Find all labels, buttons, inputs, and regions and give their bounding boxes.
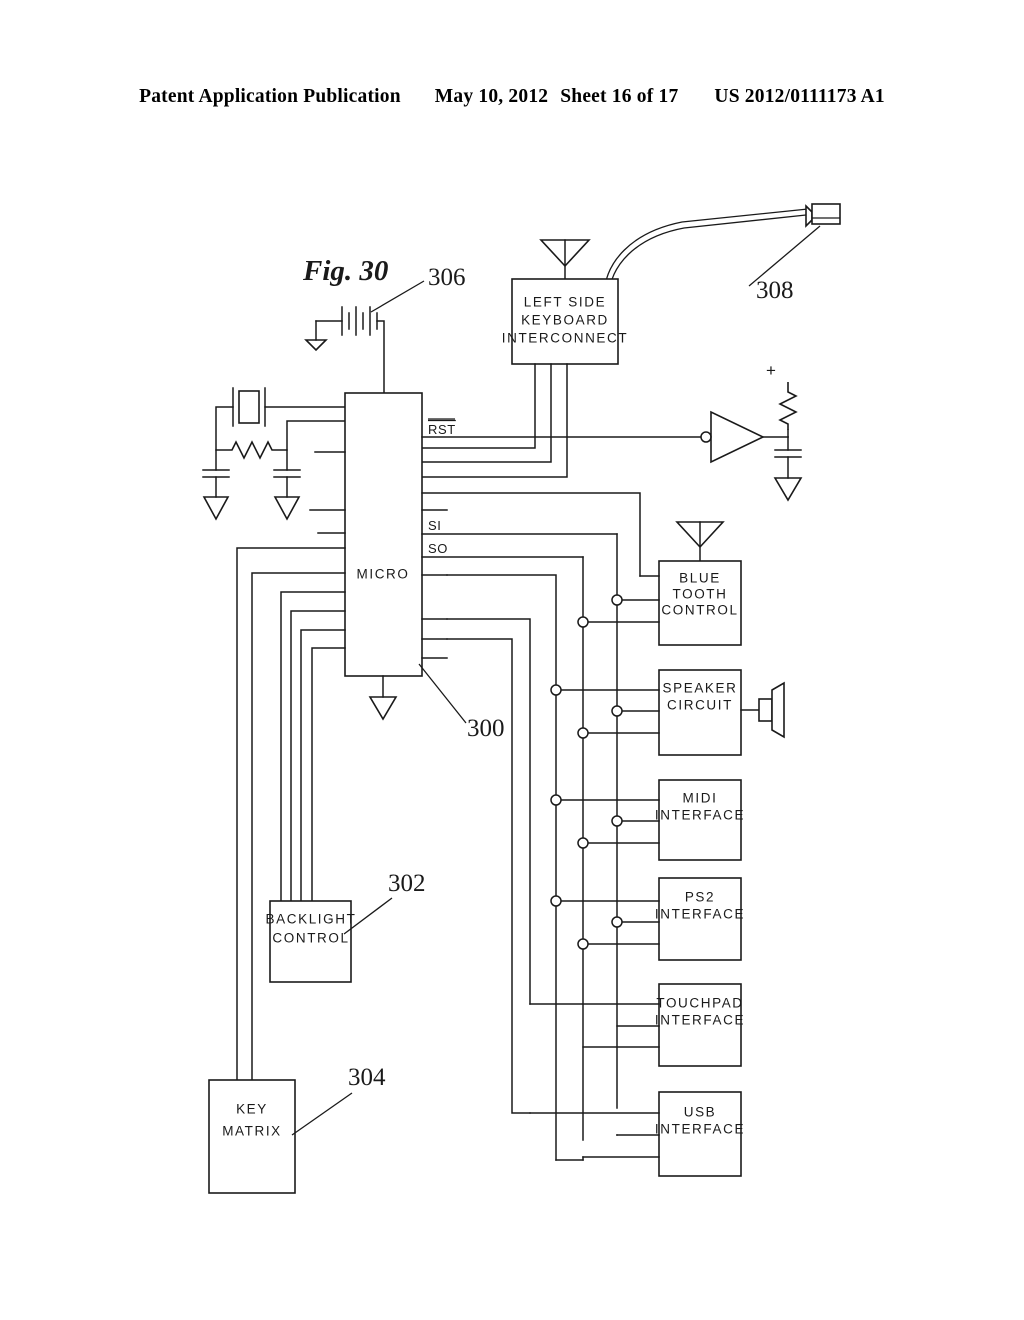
- pin-label-si-text: SI: [428, 518, 441, 533]
- reference-numeral-300: 300: [467, 715, 505, 742]
- block-label-line: MICRO: [357, 567, 410, 582]
- block-label-line: TOOTH: [673, 587, 728, 602]
- reference-numeral-308: 308: [756, 277, 794, 304]
- block-label-line: KEY: [236, 1102, 268, 1117]
- micro-right-pin-stubs: [421, 574, 448, 659]
- bus-taps-bluetooth: [577, 594, 660, 628]
- pullup-resistor-symbol: +: [766, 361, 798, 438]
- block-label-line: TOUCHPAD: [656, 996, 743, 1011]
- block-label-line: MIDI: [683, 791, 718, 806]
- leader-line-304: [291, 1092, 353, 1136]
- block-micro[interactable]: MICRO: [344, 392, 423, 677]
- battery-306-symbol: [304, 306, 385, 394]
- antenna-bluetooth-icon: [675, 521, 725, 562]
- inverter-buffer-symbol: [700, 410, 789, 464]
- reset-capacitor-symbol: [773, 436, 803, 502]
- block-backlight-control[interactable]: BACKLIGHT CONTROL: [266, 900, 357, 983]
- leader-line-300: [418, 663, 467, 724]
- block-label-line: CONTROL: [272, 931, 349, 946]
- crystal-oscillator-network: [202, 387, 346, 521]
- bus-taps-usb: [529, 1112, 660, 1158]
- bus-taps-midi: [550, 794, 660, 849]
- block-ps2-interface[interactable]: PS2 INTERFACE: [655, 877, 745, 961]
- block-label-line: INTERFACE: [655, 907, 745, 922]
- block-midi-interface[interactable]: MIDI INTERFACE: [655, 779, 745, 861]
- bus-taps-speaker: [550, 684, 660, 739]
- left-bus-wires: [236, 547, 346, 1081]
- block-label-line: USB: [684, 1105, 717, 1120]
- block-touchpad-interface[interactable]: TOUCHPAD INTERFACE: [655, 983, 745, 1067]
- block-usb-interface[interactable]: USB INTERFACE: [655, 1091, 745, 1177]
- patent-drawing-page: Patent Application Publication May 10, 20…: [0, 0, 1024, 1320]
- cable-connector-308: [603, 203, 841, 298]
- block-key-matrix[interactable]: KEY MATRIX: [208, 1079, 296, 1194]
- bus-return-wires: [446, 618, 531, 1114]
- block-label-line: CIRCUIT: [667, 698, 733, 713]
- block-label-line: KEYBOARD: [521, 313, 609, 328]
- reference-numeral-302: 302: [388, 870, 426, 897]
- block-label-line: INTERFACE: [655, 808, 745, 823]
- block-label-line: INTERFACE: [655, 1122, 745, 1137]
- speaker-icon: [740, 681, 785, 739]
- pin-label-rst: RST: [421, 418, 701, 438]
- bus-taps-touchpad: [529, 1003, 660, 1048]
- antenna-keyboard-icon: [539, 239, 591, 280]
- micro-ground-symbol: [368, 675, 398, 721]
- block-label-line: INTERCONNECT: [502, 331, 628, 346]
- block-label-line: BACKLIGHT: [266, 912, 357, 927]
- pin-label-rst-text: RST: [428, 422, 456, 437]
- supply-plus-marker: +: [766, 361, 776, 380]
- block-label-line: SPEAKER: [663, 681, 738, 696]
- pin-label-si: SI: [421, 518, 618, 535]
- block-label-line: MATRIX: [222, 1124, 282, 1139]
- right-vertical-bus-lines: [446, 533, 660, 1161]
- block-label-line: PS2: [685, 890, 715, 905]
- block-label-line: INTERFACE: [655, 1013, 745, 1028]
- block-speaker-circuit[interactable]: SPEAKER CIRCUIT: [658, 669, 742, 756]
- pin-label-so: SO: [421, 541, 584, 558]
- pin-label-so-text: SO: [428, 541, 448, 556]
- micro-left-pin-stubs: [309, 451, 346, 534]
- figure-30-block-diagram: LEFT SIDE KEYBOARD INTERCONNECT Fig. 30: [202, 203, 841, 1194]
- block-left-side-keyboard-interconnect[interactable]: LEFT SIDE KEYBOARD INTERCONNECT: [502, 278, 628, 365]
- block-label-line: LEFT SIDE: [524, 295, 606, 310]
- figure-label: Fig. 30: [302, 255, 388, 287]
- reference-numeral-304: 304: [348, 1064, 386, 1091]
- block-bluetooth-control[interactable]: BLUE TOOTH CONTROL: [658, 560, 742, 646]
- block-label-line: BLUE: [679, 571, 721, 586]
- bus-taps-ps2: [550, 895, 660, 950]
- block-label-line: CONTROL: [661, 603, 738, 618]
- reference-numeral-306: 306: [428, 264, 466, 291]
